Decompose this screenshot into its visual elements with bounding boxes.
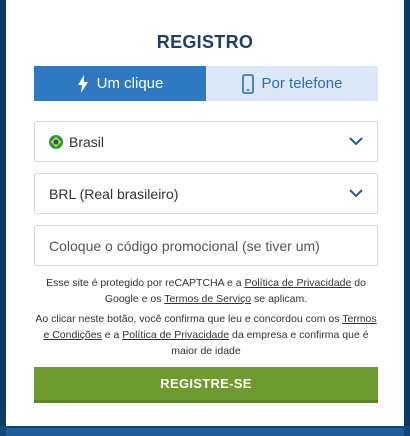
footer-strip-inner bbox=[6, 428, 404, 436]
google-terms-link[interactable]: Termos de Serviço bbox=[164, 293, 251, 305]
consent-text-2: e a bbox=[101, 329, 123, 341]
consent-notice: Ao clicar neste botão, você confirma que… bbox=[34, 311, 378, 359]
register-button[interactable]: REGISTRE-SE bbox=[34, 367, 378, 403]
consent-text-1: Ao clicar neste botão, você confirma que… bbox=[35, 313, 343, 325]
tab-phone-label: Por telefone bbox=[261, 75, 343, 92]
tab-one-click[interactable]: Um clique bbox=[34, 66, 206, 101]
tab-phone[interactable]: Por telefone bbox=[206, 66, 378, 101]
recaptcha-text-1: Esse site é protegido por reCAPTCHA e a bbox=[46, 277, 245, 289]
currency-select-value: BRL (Real brasileiro) bbox=[49, 185, 179, 202]
chevron-down-icon bbox=[349, 189, 363, 198]
registration-method-tabs: Um clique Por telefone bbox=[34, 66, 378, 101]
country-select[interactable]: Brasil bbox=[34, 121, 378, 162]
recaptcha-notice: Esse site é protegido por reCAPTCHA e a … bbox=[34, 275, 378, 307]
currency-select[interactable]: BRL (Real brasileiro) bbox=[34, 173, 378, 214]
tab-one-click-label: Um clique bbox=[96, 75, 164, 92]
promo-code-placeholder: Coloque o código promocional (se tiver u… bbox=[49, 237, 320, 254]
lightning-icon bbox=[77, 74, 89, 93]
registration-modal: REGISTRO Um clique Por telefone Brasil B… bbox=[6, 0, 404, 426]
brazil-flag-icon bbox=[49, 134, 63, 149]
modal-title: REGISTRO bbox=[156, 32, 254, 52]
footer-strip bbox=[0, 426, 410, 436]
country-select-value: Brasil bbox=[69, 133, 105, 150]
phone-icon bbox=[241, 73, 254, 94]
chevron-down-icon bbox=[349, 137, 363, 146]
promo-code-input[interactable]: Coloque o código promocional (se tiver u… bbox=[34, 225, 378, 266]
google-privacy-link[interactable]: Política de Privacidade bbox=[245, 277, 352, 289]
privacy-policy-link[interactable]: Política de Privacidade bbox=[122, 329, 229, 341]
recaptcha-text-3: se aplicam. bbox=[251, 293, 308, 305]
